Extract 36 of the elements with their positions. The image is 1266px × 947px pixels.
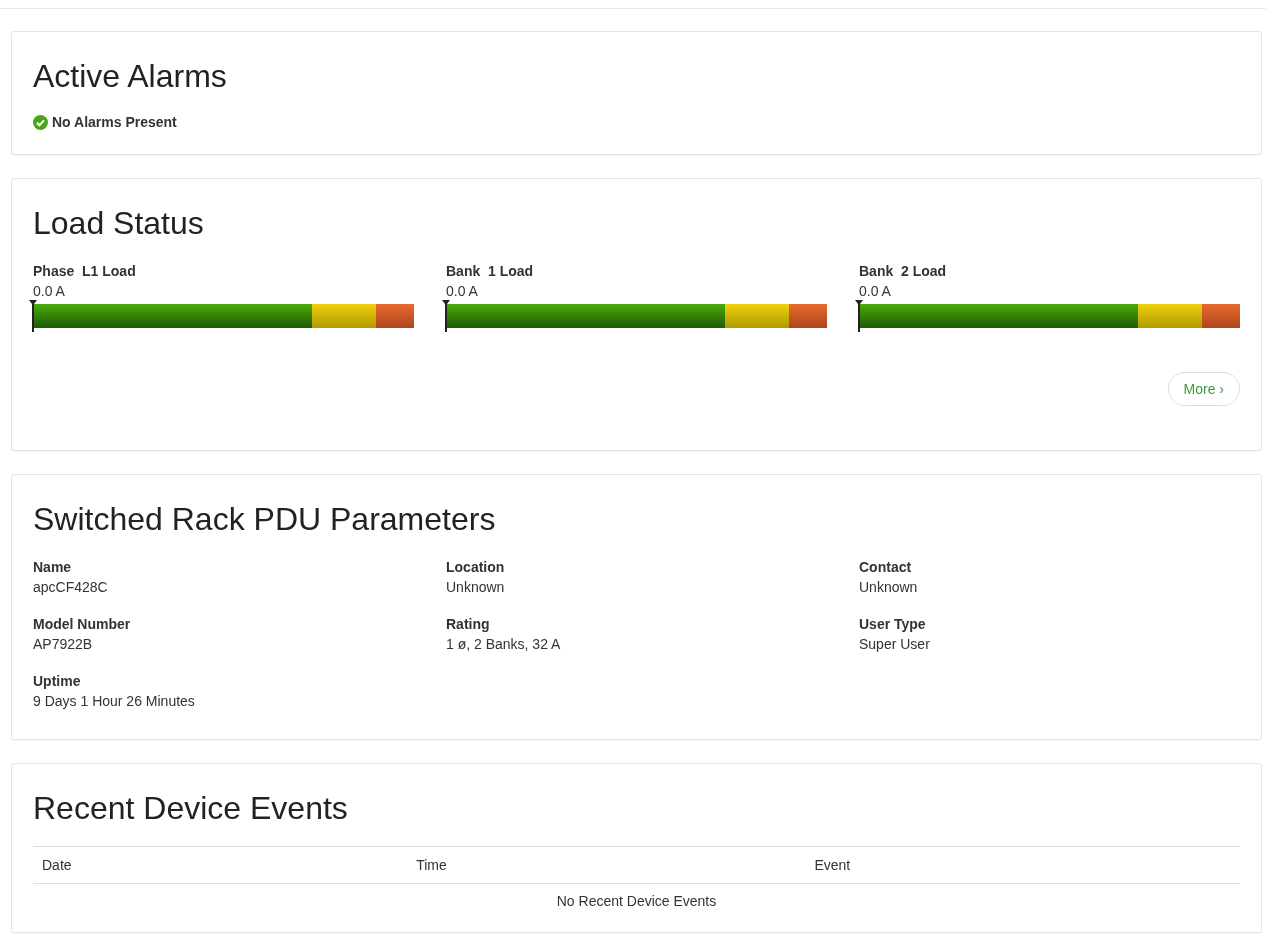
field-label: Model Number <box>33 615 132 634</box>
warning-range <box>725 304 790 328</box>
card-title: Active Alarms <box>33 57 228 96</box>
more-button[interactable]: More › <box>1167 372 1240 406</box>
meter-reading: 0.0 A <box>446 282 479 301</box>
column-header: Event <box>805 846 1240 884</box>
field-label: Location <box>446 558 506 577</box>
card-title: Load Status <box>33 204 205 243</box>
field-value: AP7922B <box>33 635 94 654</box>
field-value: 1 ø, 2 Banks, 32 A <box>446 635 562 654</box>
field-value: apcCF428C <box>33 578 109 597</box>
meter-label: Phase L1 Load <box>33 262 137 281</box>
field-value: Unknown <box>859 578 919 597</box>
field-value: Unknown <box>446 578 506 597</box>
field-label: Uptime <box>33 672 82 691</box>
field-label: Rating <box>446 615 491 634</box>
field-label: Name <box>33 558 73 577</box>
alarm-status: No Alarms Present <box>52 114 177 130</box>
warning-range <box>312 304 377 328</box>
field-value: 9 Days 1 Hour 26 Minutes <box>33 692 196 711</box>
card-title: Switched Rack PDU Parameters <box>33 500 497 539</box>
field-value: Super User <box>859 635 931 654</box>
warning-range <box>1138 304 1203 328</box>
empty-message: No Recent Device Events <box>556 893 717 909</box>
meter-label: Bank 1 Load <box>446 262 535 281</box>
meter-reading: 0.0 A <box>33 282 66 301</box>
meter-reading: 0.0 A <box>859 282 892 301</box>
field-label: User Type <box>859 615 927 634</box>
card-title: Recent Device Events <box>33 789 349 828</box>
column-header: Time <box>407 846 806 884</box>
meter-label: Bank 2 Load <box>859 262 948 281</box>
overload-range <box>1202 304 1240 328</box>
field-label: Contact <box>859 558 913 577</box>
column-header: Date <box>33 846 408 884</box>
overload-range <box>789 304 827 328</box>
overload-range <box>376 304 414 328</box>
